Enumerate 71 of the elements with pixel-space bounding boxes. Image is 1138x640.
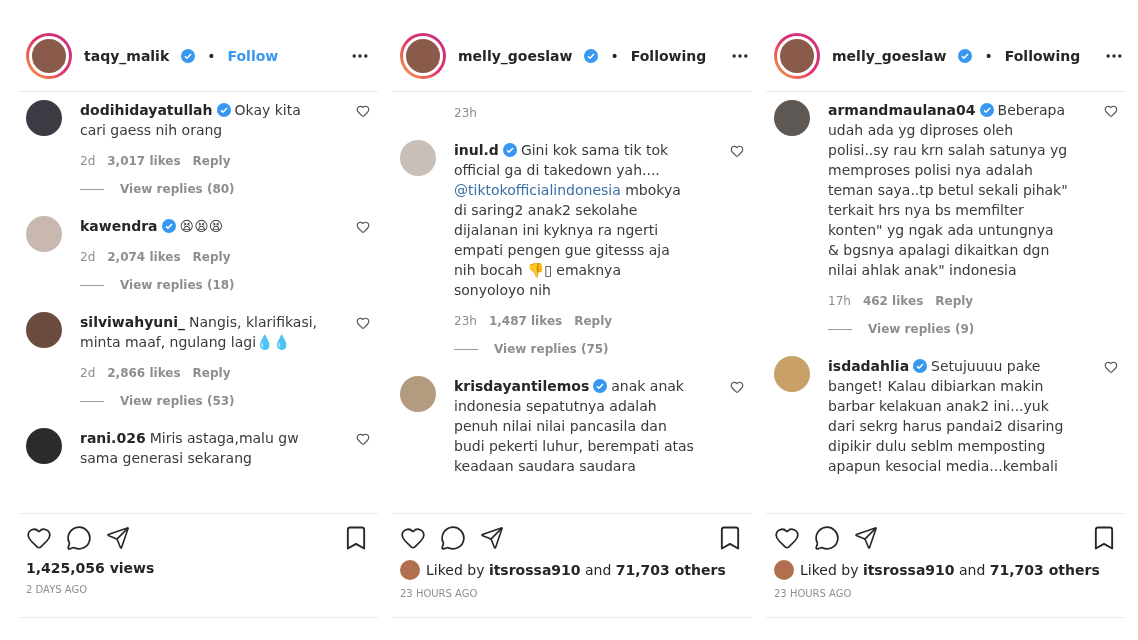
- comment-time: 2d: [80, 366, 96, 380]
- send-paper-plane-icon[interactable]: [106, 526, 130, 550]
- like-comment-heart-icon[interactable]: [356, 220, 370, 234]
- views-count[interactable]: 1,425,056 views: [26, 560, 370, 576]
- view-replies-link[interactable]: View replies (18): [120, 278, 235, 292]
- comment-text: krisdayantilemos anak anak indonesia sepatutnya adalah penuh nilai nilai pancasila dan budi pekerti luhur, berempati atas keadaan saudara saudara: [454, 377, 694, 476]
- comment-time: 2d: [80, 154, 96, 168]
- likes-count[interactable]: 3,017 likes: [107, 154, 181, 168]
- follow-link[interactable]: Follow: [227, 47, 279, 64]
- comment-text: rani.026 Miris astaga,malu gw sama generasi sekarang: [80, 429, 300, 468]
- likes-count[interactable]: 462 likes: [862, 294, 924, 308]
- like-comment-heart-icon[interactable]: [356, 316, 370, 330]
- avatar[interactable]: [26, 312, 62, 348]
- like-heart-icon[interactable]: [774, 525, 800, 551]
- send-paper-plane-icon[interactable]: [854, 526, 878, 550]
- comment-time: 17h: [828, 294, 851, 308]
- like-comment-heart-icon[interactable]: [730, 380, 744, 394]
- likes-count[interactable]: 1,487 likes: [488, 314, 563, 328]
- follow-link[interactable]: Following: [630, 47, 707, 64]
- comment-text: armandmaulana04 Beberapa udah ada yg diproses oleh polisi..sy rau krn salah satunya yg memproses polisi nya adalah teman saya..tp betul sekali pihak" terkait hrs nya bs memfilter konten" yg ngak ada untungnya & bgsnya apalagi dikaitkan dgn nilai ahlak anak" indonesia: [828, 101, 1068, 280]
- view-replies-link[interactable]: View replies (53): [120, 394, 235, 408]
- like-heart-icon[interactable]: [400, 525, 426, 551]
- profile-avatar[interactable]: [400, 32, 446, 79]
- username[interactable]: melly_goeslaw: [458, 47, 573, 64]
- comment-text: kawendra 😫😫😫: [80, 217, 225, 236]
- comment-bubble-icon[interactable]: [66, 525, 92, 551]
- post-time: 23 HOURS AGO: [400, 588, 479, 599]
- avatar[interactable]: [26, 100, 62, 136]
- avatar[interactable]: [774, 100, 810, 136]
- comment-text: inul.d Gini kok sama tik tok official ga di takedown yah.... @tiktokofficialindonesia mbokya di saring2 anak2 sekolahe dijalanan ini kyknya ra ngerti empati pengen gue gitesss aja nih bocah 👎▯ emaknya sonyoloyo nih: [454, 141, 682, 300]
- comment-time: 23h: [454, 314, 477, 328]
- profile-avatar[interactable]: [26, 32, 72, 79]
- follow-link[interactable]: Following: [1004, 47, 1081, 64]
- like-comment-heart-icon[interactable]: [1104, 104, 1118, 118]
- comment-bubble-icon[interactable]: [440, 525, 466, 551]
- view-replies-link[interactable]: View replies (75): [494, 342, 609, 356]
- send-paper-plane-icon[interactable]: [480, 526, 504, 550]
- reply-link[interactable]: Reply: [192, 250, 231, 264]
- separator-dot: •: [984, 47, 993, 64]
- liker-avatar: [400, 560, 420, 580]
- comment-text: isdadahlia Setujuuuu pake banget! Kalau dibiarkan makin barbar kelakuan anak2 ini...yuk dari sekrg harus pandai2 disaring dipikir dulu seblm memposting apapun kesocial media...kembali: [828, 357, 1065, 476]
- comment-bubble-icon[interactable]: [814, 525, 840, 551]
- reply-link[interactable]: Reply: [192, 154, 231, 168]
- like-comment-heart-icon[interactable]: [356, 104, 370, 118]
- liked-by-text[interactable]: Liked by itsrossa910 and 71,703 others: [800, 562, 1100, 578]
- comment-time: 2d: [80, 250, 96, 264]
- post-time: 2 DAYS AGO: [26, 584, 89, 595]
- reply-link[interactable]: Reply: [935, 294, 974, 308]
- liked-by-text[interactable]: Liked by itsrossa910 and 71,703 others: [426, 562, 726, 578]
- liker-avatar: [774, 560, 794, 580]
- avatar[interactable]: [26, 428, 62, 464]
- comment-text: silviwahyuni_ Nangis, klarifikasi, minta maaf, ngulang lagi💧💧: [80, 313, 319, 352]
- mention-link[interactable]: @tiktokofficialindonesia: [454, 182, 621, 198]
- view-replies-link[interactable]: View replies (9): [868, 322, 975, 336]
- post-time: 23 HOURS AGO: [774, 588, 853, 599]
- like-comment-heart-icon[interactable]: [356, 432, 370, 446]
- username[interactable]: taqy_malik: [84, 47, 170, 64]
- profile-avatar[interactable]: [774, 32, 820, 79]
- likes-count[interactable]: 2,866 likes: [107, 366, 181, 380]
- comment-time: 23h: [454, 106, 478, 120]
- view-replies-link[interactable]: View replies (80): [120, 182, 235, 196]
- reply-link[interactable]: Reply: [574, 314, 613, 328]
- likes-count[interactable]: 2,074 likes: [107, 250, 181, 264]
- username[interactable]: melly_goeslaw: [832, 47, 947, 64]
- separator-dot: •: [207, 47, 216, 64]
- comment-text: dodihidayatullah Okay kita cari gaess nih orang: [80, 101, 302, 140]
- reply-link[interactable]: Reply: [192, 366, 231, 380]
- like-heart-icon[interactable]: [26, 525, 52, 551]
- separator-dot: •: [610, 47, 619, 64]
- like-comment-heart-icon[interactable]: [1104, 360, 1118, 374]
- like-comment-heart-icon[interactable]: [730, 144, 744, 158]
